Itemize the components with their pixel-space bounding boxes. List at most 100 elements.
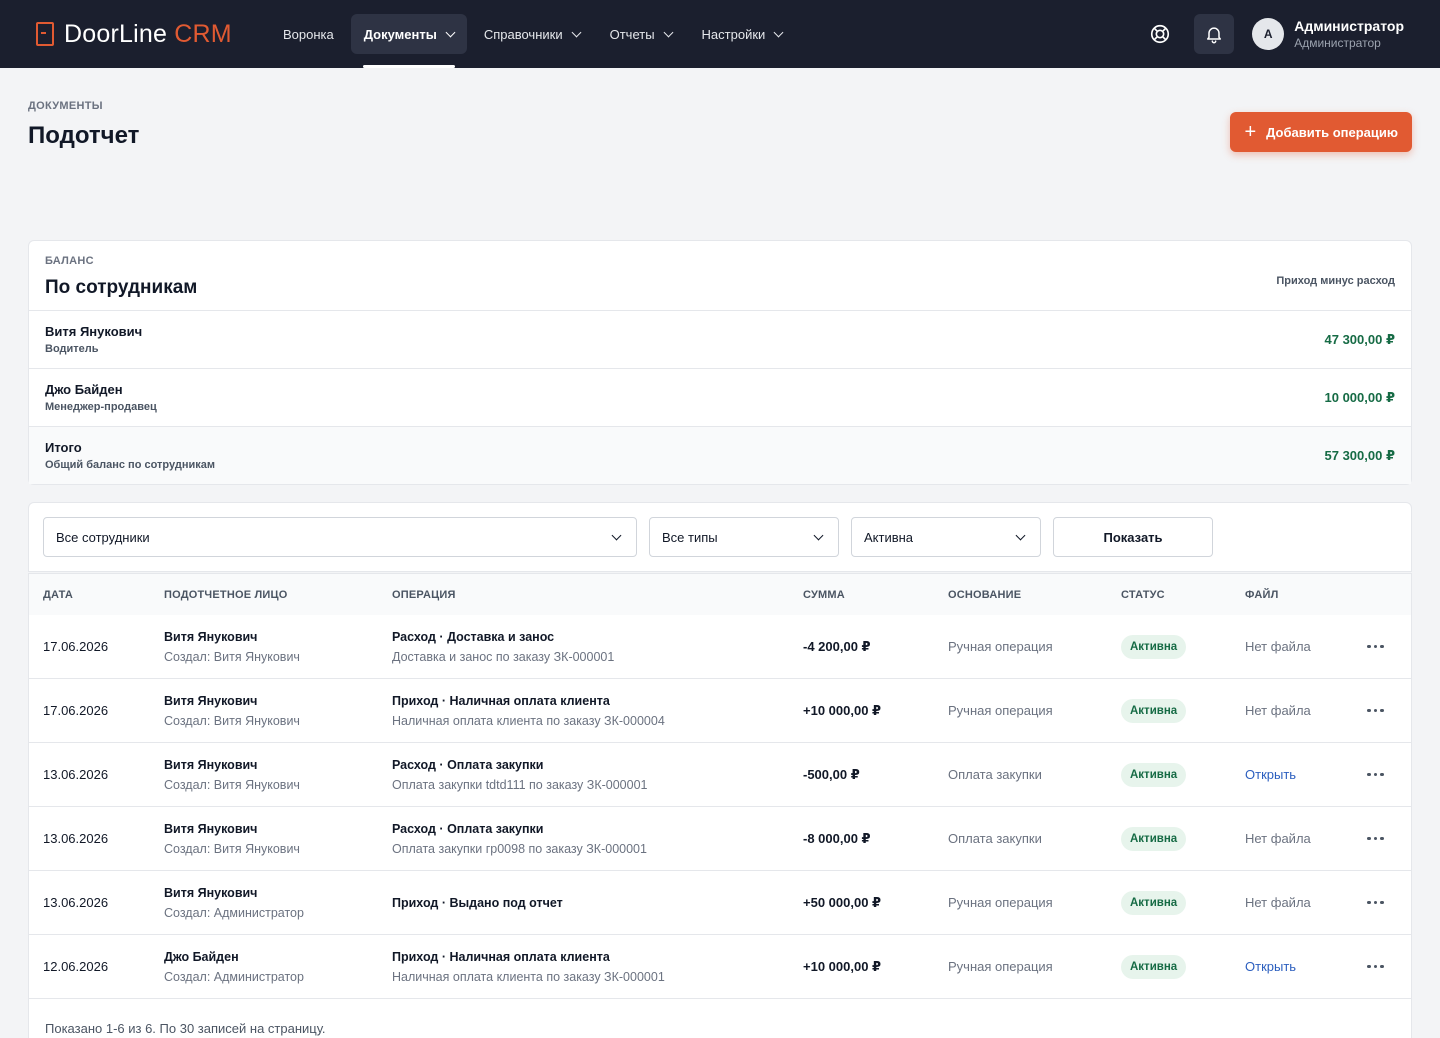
row-status: Активна [1121, 954, 1245, 979]
chevron-down-icon [445, 27, 456, 37]
show-button[interactable]: Показать [1053, 517, 1213, 557]
person-name: Витя Янукович [164, 693, 258, 708]
operation-description: Наличная оплата клиента по заказу ЗК-000… [392, 969, 665, 984]
file-open-link[interactable]: Открыть [1245, 959, 1365, 974]
row-amount: -4 200,00 ₽ [803, 638, 871, 654]
table-row[interactable]: 17.06.2026 Витя Янукович Создал: Витя Янук… [29, 679, 1411, 743]
chevron-down-icon [611, 530, 622, 540]
row-basis: Ручная операция [948, 959, 1053, 974]
table-body: 17.06.2026 Витя Янукович Создал: Витя Янук… [29, 615, 1411, 999]
row-amount: -8 000,00 ₽ [803, 830, 871, 846]
status-badge: Активна [1121, 698, 1187, 723]
nav-item-0[interactable]: Воронка [270, 14, 347, 54]
file-none: Нет файла [1245, 639, 1311, 654]
status-badge: Активна [1121, 826, 1187, 851]
row-date: 13.06.2026 [43, 831, 109, 846]
status-select-value: Активна [864, 529, 914, 545]
creator: Создал: Витя Янукович [164, 649, 300, 664]
nav-item-2[interactable]: Справочники [471, 14, 593, 54]
more-horizontal-icon[interactable] [1367, 900, 1411, 905]
row-basis: Оплата закупки [948, 831, 1042, 846]
filters-bar: Все сотрудники Все типы Активна Показать [28, 502, 1412, 572]
balance-title: По сотрудникам [45, 277, 198, 298]
table-row[interactable]: 17.06.2026 Витя Янукович Создал: Витя Янук… [29, 615, 1411, 679]
row-status: Активна [1121, 762, 1245, 787]
row-operation: Расход · Оплата закупки Оплата закупки гр… [392, 822, 803, 856]
row-actions [1365, 900, 1411, 905]
row-date: 13.06.2026 [43, 895, 109, 910]
person-name: Витя Янукович [164, 629, 258, 644]
table-row[interactable]: 13.06.2026 Витя Янукович Создал: Администр… [29, 871, 1411, 935]
column-header: ФАЙЛ [1245, 588, 1279, 601]
employee-name: Итого [45, 440, 82, 455]
operation-title: Расход · Оплата закупки [392, 757, 544, 772]
status-badge: Активна [1121, 890, 1187, 915]
file-none: Нет файла [1245, 831, 1311, 846]
balance-employee: Итого Общий баланс по сотрудникам [45, 440, 215, 471]
operation-title: Приход · Выдано под отчет [392, 895, 563, 910]
creator: Создал: Витя Янукович [164, 841, 300, 856]
more-horizontal-icon[interactable] [1367, 836, 1411, 841]
table-row[interactable]: 13.06.2026 Витя Янукович Создал: Витя Янук… [29, 743, 1411, 807]
employee-select[interactable]: Все сотрудники [43, 517, 637, 557]
nav-item-label: Отчеты [609, 26, 655, 42]
nav-item-label: Справочники [483, 26, 563, 42]
main-nav: Воронка Документы Справочники Отчеты Настрой… [270, 14, 796, 68]
row-operation: Приход · Выдано под отчет [392, 896, 803, 910]
type-select-value: Все типы [662, 529, 718, 545]
more-horizontal-icon[interactable] [1367, 964, 1411, 969]
nav-item-1[interactable]: Документы [350, 14, 467, 68]
creator: Создал: Администратор [164, 905, 304, 920]
row-basis: Ручная операция [948, 703, 1053, 718]
balance-hint: Приход минус расход [1276, 274, 1395, 287]
table-row[interactable]: 13.06.2026 Витя Янукович Создал: Витя Янук… [29, 807, 1411, 871]
row-status: Активна [1121, 634, 1245, 659]
nav-item-label: Воронка [283, 26, 334, 42]
page-header: ДОКУМЕНТЫ Подотчет + Добавить операцию [28, 68, 1412, 242]
app-logo[interactable]: DoorLine CRM [36, 20, 266, 49]
nav-item-4[interactable]: Настройки [689, 14, 796, 54]
user-role: Администратор [1294, 36, 1381, 50]
notifications-button[interactable] [1194, 14, 1235, 54]
help-button[interactable] [1140, 14, 1180, 54]
row-person: Джо Байден Создал: Администратор [164, 950, 392, 984]
type-select[interactable]: Все типы [649, 517, 839, 557]
row-operation: Приход · Наличная оплата клиента Наличная… [392, 694, 803, 728]
row-actions [1365, 964, 1411, 969]
avatar: A [1252, 18, 1285, 50]
add-operation-button[interactable]: + Добавить операцию [1230, 112, 1412, 152]
more-horizontal-icon[interactable] [1367, 708, 1411, 713]
nav-item-label: Настройки [701, 26, 766, 42]
balance-row: Витя Янукович Водитель 47 300,00 ₽ [29, 311, 1411, 369]
person-name: Витя Янукович [164, 757, 258, 772]
user-menu[interactable]: A Администратор Администратор [1252, 18, 1404, 50]
row-amount: +10 000,00 ₽ [803, 958, 882, 974]
more-horizontal-icon[interactable] [1367, 772, 1411, 777]
column-header: СТАТУС [1121, 588, 1165, 601]
more-horizontal-icon[interactable] [1367, 644, 1411, 649]
row-date: 17.06.2026 [43, 639, 109, 654]
status-badge: Активна [1121, 762, 1187, 787]
balance-amount: 10 000,00 ₽ [1324, 389, 1396, 405]
operations-table: ДАТА ПОДОТЧЕТНОЕ ЛИЦО ОПЕРАЦИЯ СУММА ОСНОВАН… [28, 573, 1412, 1038]
table-row[interactable]: 12.06.2026 Джо Байден Создал: Администрато… [29, 935, 1411, 999]
operation-title: Расход · Доставка и занос [392, 629, 555, 644]
status-select[interactable]: Активна [851, 517, 1041, 557]
row-actions [1365, 772, 1411, 777]
file-open-link[interactable]: Открыть [1245, 767, 1365, 782]
employee-name: Витя Янукович [45, 324, 143, 339]
file-none: Нет файла [1245, 703, 1311, 718]
row-date: 17.06.2026 [43, 703, 109, 718]
row-operation: Приход · Наличная оплата клиента Наличная… [392, 950, 803, 984]
row-date: 13.06.2026 [43, 767, 109, 782]
lifebuoy-icon [1151, 24, 1170, 44]
nav-item-3[interactable]: Отчеты [597, 14, 685, 54]
column-header: ОПЕРАЦИЯ [392, 588, 456, 601]
balance-total-row: Итого Общий баланс по сотрудникам 57 300,0… [29, 427, 1411, 484]
employee-select-value: Все сотрудники [56, 529, 150, 545]
file-none: Нет файла [1245, 895, 1311, 910]
row-status: Активна [1121, 826, 1245, 851]
creator: Создал: Витя Янукович [164, 777, 300, 792]
balance-card: БАЛАНС По сотрудникам Приход минус расхо… [28, 240, 1412, 485]
row-operation: Расход · Доставка и занос Доставка и зано… [392, 630, 803, 664]
